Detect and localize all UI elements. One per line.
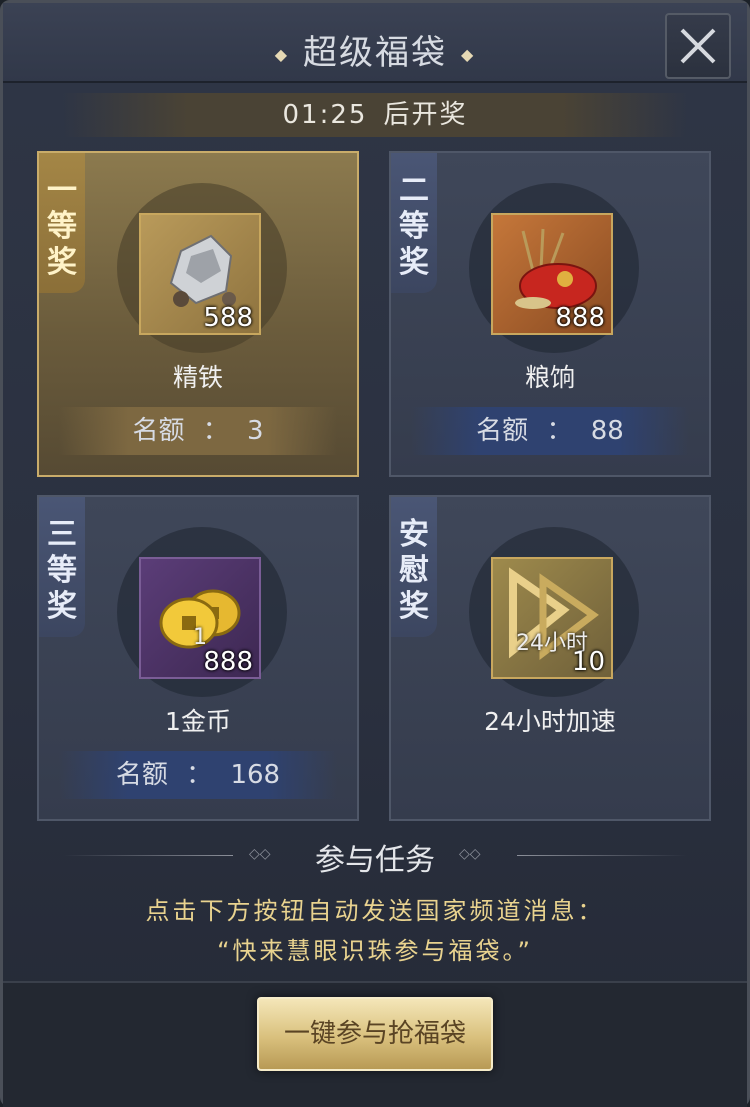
title-bar: ◆ 超级福袋 ◆	[3, 3, 747, 83]
prize-card-consolation: 安慰奖 24小时 10 24小时加速	[389, 495, 711, 821]
prize-item-name: 1金币	[165, 707, 231, 736]
quota-value: 3	[247, 416, 264, 446]
draw-timer: 01:25 后开奖	[63, 93, 687, 137]
prize-rank-label: 三等奖	[47, 517, 77, 624]
prize-item-slot[interactable]: 1 888	[139, 557, 261, 679]
prize-card-second: 二等奖 888 粮饷 名额 ： 88	[389, 151, 711, 477]
timer-suffix: 后开奖	[383, 100, 468, 130]
prize-rank-ribbon: 三等奖	[39, 497, 85, 637]
quota-separator: ：	[546, 416, 573, 446]
panel-title-text: 超级福袋	[303, 33, 447, 73]
item-count: 888	[203, 647, 253, 677]
prize-quota: 名额 ： 3	[59, 407, 337, 455]
prize-rank-label: 一等奖	[47, 173, 77, 280]
prize-rank-label: 二等奖	[399, 173, 429, 280]
prize-item-name: 24小时加速	[484, 707, 616, 736]
task-description: 点击下方按钮自动发送国家频道消息：	[145, 897, 605, 925]
prize-card-third: 三等奖 1 888 1金币 名额 ： 168	[37, 495, 359, 821]
prize-item-slot[interactable]: 888	[491, 213, 613, 335]
item-count: 888	[555, 303, 605, 333]
prize-quota: 名额 ： 168	[59, 751, 337, 799]
prize-quota: 名额 ： 88	[411, 407, 689, 455]
quota-label: 名额	[115, 760, 168, 790]
close-icon	[680, 28, 716, 64]
quota-label: 名额	[132, 416, 185, 446]
timer-time: 01:25	[282, 100, 368, 130]
quota-label: 名额	[476, 416, 529, 446]
lucky-bag-panel: ◆ 超级福袋 ◆ 01:25 后开奖 一等奖 588 精铁 名额 ： 3 二等奖…	[0, 0, 750, 1107]
task-title: 参与任务	[315, 843, 435, 878]
item-count: 588	[203, 303, 253, 333]
prize-item-slot[interactable]: 24小时 10	[491, 557, 613, 679]
close-button[interactable]	[665, 13, 731, 79]
task-divider-ornament-right: ◇◇	[459, 846, 481, 862]
quota-value: 88	[590, 416, 624, 446]
join-lucky-bag-button[interactable]: 一键参与抢福袋	[257, 997, 493, 1071]
prize-item-name: 精铁	[172, 363, 223, 392]
prize-rank-ribbon: 一等奖	[39, 153, 85, 293]
prize-rank-ribbon: 二等奖	[391, 153, 437, 293]
prize-rank-label: 安慰奖	[399, 517, 429, 624]
title-dot-left: ◆	[274, 45, 289, 64]
quota-separator: ：	[202, 416, 229, 446]
prize-card-first: 一等奖 588 精铁 名额 ： 3	[37, 151, 359, 477]
prize-item-slot[interactable]: 588	[139, 213, 261, 335]
quota-separator: ：	[186, 760, 213, 790]
title-dot-right: ◆	[461, 45, 476, 64]
item-count: 10	[571, 647, 605, 677]
quota-value: 168	[230, 760, 281, 790]
panel-title: ◆ 超级福袋 ◆	[3, 25, 747, 74]
task-divider-right	[517, 855, 687, 856]
prize-rank-ribbon: 安慰奖	[391, 497, 437, 637]
task-message: “快来慧眼识珠参与福袋。”	[217, 937, 533, 965]
prize-item-name: 粮饷	[524, 363, 575, 392]
